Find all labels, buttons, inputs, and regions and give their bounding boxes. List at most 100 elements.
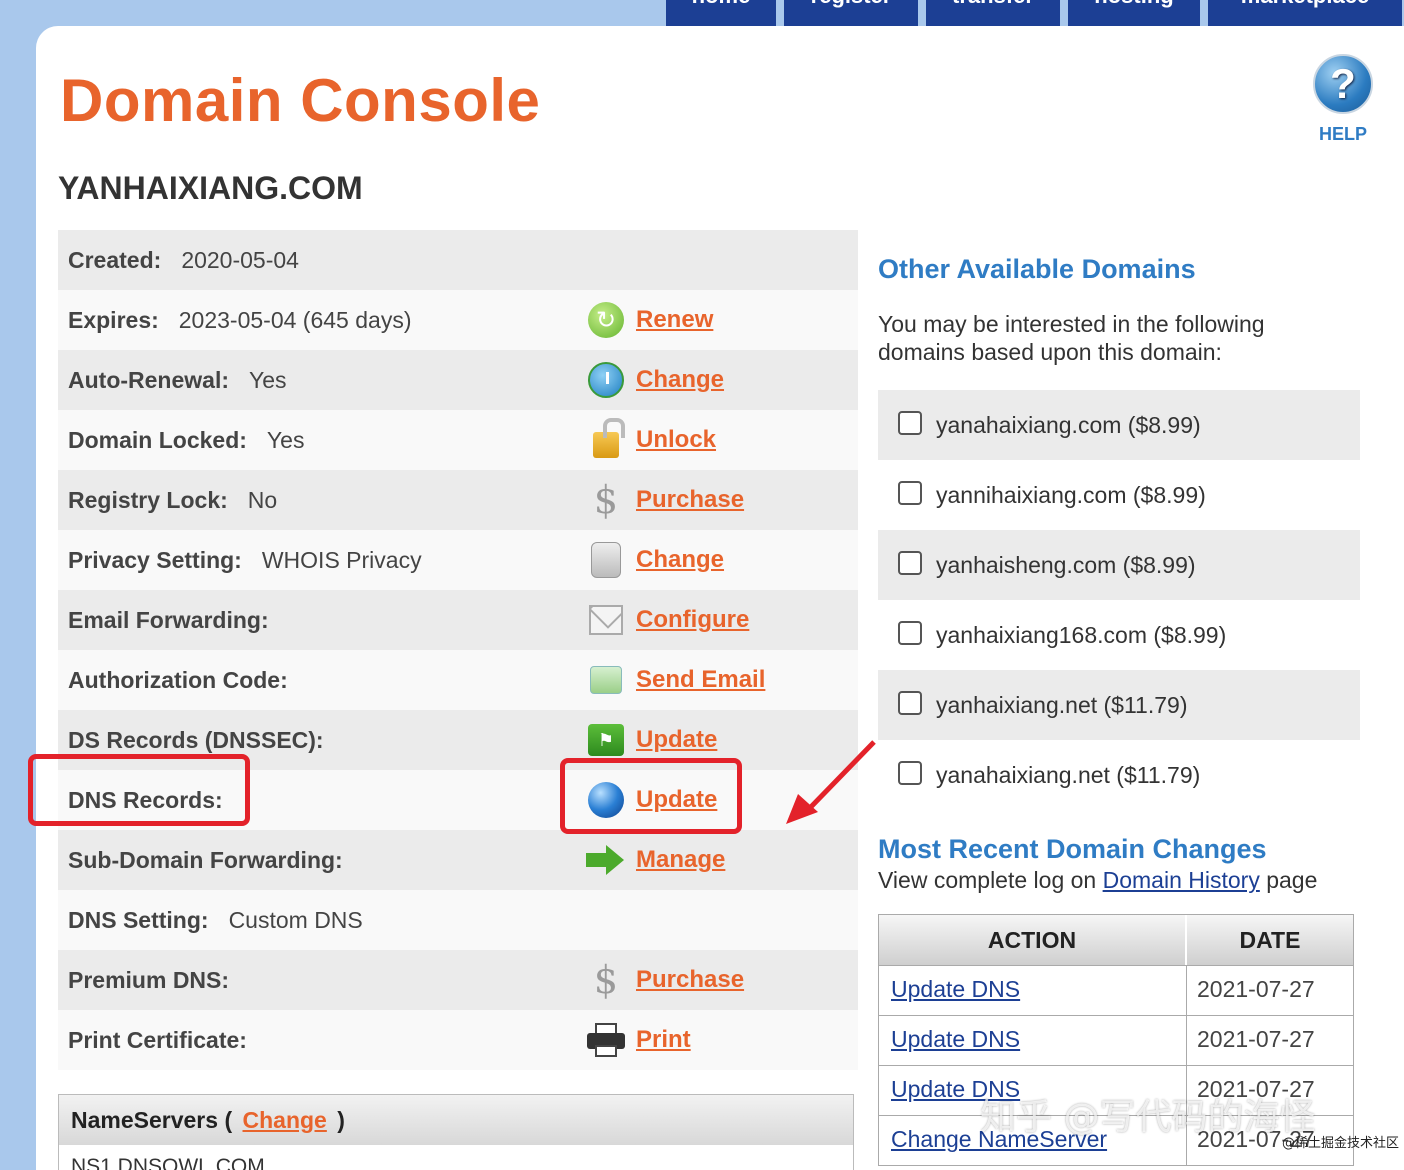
detail-label: DS Records (DNSSEC): [68, 726, 324, 753]
arrow-right-icon[interactable] [586, 840, 626, 880]
list-item: yannihaixiang.com ($8.99) [878, 460, 1360, 530]
detail-value: Custom DNS [228, 906, 363, 933]
domain-suggestion: yanhaisheng.com ($8.99) [936, 551, 1196, 578]
detail-row: Privacy Setting: WHOIS Privacy Change [58, 530, 858, 590]
nav-tab-marketplace[interactable]: marketplace [1208, 0, 1402, 26]
table-row: Update DNS 2021-07-27 [879, 1015, 1353, 1065]
detail-label: Authorization Code: [68, 666, 288, 693]
main-panel: Domain Console ? HELP YANHAIXIANG.COM Cr… [28, 26, 1404, 1170]
nav-tab-hosting[interactable]: hosting [1068, 0, 1200, 26]
dollar-icon[interactable]: $ [586, 958, 626, 1002]
annotation-arrow-icon [786, 740, 876, 824]
column-header-action: ACTION [879, 915, 1187, 965]
domain-suggestion: yanahaixiang.net ($11.79) [936, 761, 1201, 788]
domain-history-link[interactable]: Domain History [1103, 867, 1260, 893]
detail-label: Created: [68, 246, 162, 273]
change-action-cell: Update DNS [879, 966, 1187, 1015]
detail-action-link[interactable]: Unlock [636, 426, 716, 454]
renew-icon[interactable]: ↻ [586, 300, 626, 340]
domain-suggestion: yannihaixiang.com ($8.99) [936, 481, 1206, 508]
domain-checkbox[interactable] [898, 481, 922, 505]
detail-row: Authorization Code: Send Email [58, 650, 858, 710]
domain-suggestion: yanhaixiang.net ($11.79) [936, 691, 1188, 718]
list-item: yanhaixiang168.com ($8.99) [878, 600, 1360, 670]
detail-action-link[interactable]: Update [636, 726, 717, 754]
other-domains-list: yanahaixiang.com ($8.99) yannihaixiang.co… [878, 390, 1360, 810]
domain-checkbox[interactable] [898, 411, 922, 435]
column-header-date: DATE [1239, 926, 1301, 953]
detail-action-link[interactable]: Send Email [636, 666, 765, 694]
key-icon[interactable]: ⚑ [586, 720, 626, 760]
change-date-cell: 2021-07-27 [1197, 1026, 1315, 1052]
detail-label: Auto-Renewal: [68, 366, 229, 393]
detail-action: Send Email [586, 660, 765, 700]
detail-action: Configure [586, 600, 749, 640]
other-domains-title: Other Available Domains [878, 254, 1196, 284]
detail-label: Expires: [68, 306, 159, 333]
detail-label: Premium DNS: [68, 966, 230, 993]
list-item: yanhaisheng.com ($8.99) [878, 530, 1360, 600]
domain-suggestion: yanahaixiang.com ($8.99) [936, 411, 1201, 438]
nav-tab-home[interactable]: home [666, 0, 776, 26]
detail-action: Print [586, 1020, 691, 1060]
help-icon[interactable]: ? [1313, 54, 1373, 114]
detail-value: 2023-05-04 (645 days) [178, 306, 412, 333]
dollar-icon[interactable]: $ [586, 478, 626, 522]
detail-value: Yes [249, 366, 287, 393]
detail-row: Email Forwarding: Configure [58, 590, 858, 650]
detail-row: DNS Setting: Custom DNS [58, 890, 858, 950]
domain-suggestion: yanhaixiang168.com ($8.99) [936, 621, 1227, 648]
detail-label: Domain Locked: [68, 426, 247, 453]
detail-action-link[interactable]: Manage [636, 846, 725, 874]
help-label[interactable]: HELP [1312, 124, 1374, 145]
mail-icon[interactable] [586, 600, 626, 640]
auth-code-icon[interactable] [586, 660, 626, 700]
detail-row: Print Certificate: Print [58, 1010, 858, 1070]
domain-checkbox[interactable] [898, 761, 922, 785]
lock-icon[interactable] [586, 418, 626, 460]
detail-action: Manage [586, 840, 725, 880]
printer-icon[interactable] [586, 1020, 626, 1060]
detail-action: $ Purchase [586, 478, 744, 522]
detail-action-link[interactable]: Renew [636, 306, 713, 334]
detail-row: Domain Locked: Yes Unlock [58, 410, 858, 470]
detail-action-link[interactable]: Purchase [636, 486, 744, 514]
watermark-text: 知乎 @写代码的海怪 [980, 1097, 1316, 1138]
privacy-icon[interactable] [586, 540, 626, 580]
detail-action: ↻ Renew [586, 300, 713, 340]
change-date-cell: 2021-07-27 [1197, 976, 1315, 1002]
clock-icon[interactable] [586, 360, 626, 400]
recent-changes-log-text: View complete log on Domain History page [878, 867, 1318, 893]
domain-checkbox[interactable] [898, 621, 922, 645]
nav-tab-register[interactable]: register [784, 0, 918, 26]
detail-action: ⚑ Update [586, 720, 717, 760]
detail-action-link[interactable]: Configure [636, 606, 749, 634]
change-action-cell: Update DNS [879, 1016, 1187, 1065]
detail-action-link[interactable]: Change [636, 546, 724, 574]
list-item: yanhaixiang.net ($11.79) [878, 670, 1360, 740]
detail-label: Email Forwarding: [68, 606, 269, 633]
detail-action-link[interactable]: Purchase [636, 966, 744, 994]
domain-checkbox[interactable] [898, 691, 922, 715]
detail-label: Privacy Setting: [68, 546, 242, 573]
detail-action-link[interactable]: Print [636, 1026, 691, 1054]
top-nav: home register transfer hosting marketpla… [666, 0, 1402, 26]
detail-row: Registry Lock: No $ Purchase [58, 470, 858, 530]
nameservers-header: NameServers ( Change ) [59, 1095, 853, 1145]
detail-value: 2020-05-04 [181, 246, 299, 273]
detail-value: Yes [266, 426, 305, 453]
domain-checkbox[interactable] [898, 551, 922, 575]
detail-action-link[interactable]: Change [636, 366, 724, 394]
detail-value: WHOIS Privacy [261, 546, 422, 573]
change-action-link[interactable]: Update DNS [891, 976, 1020, 1002]
detail-value: No [247, 486, 278, 513]
list-item: yanahaixiang.net ($11.79) [878, 740, 1360, 810]
detail-label: Print Certificate: [68, 1026, 247, 1053]
detail-label: DNS Setting: [68, 906, 209, 933]
nav-tab-transfer[interactable]: transfer [926, 0, 1060, 26]
detail-action: $ Purchase [586, 958, 744, 1002]
change-action-link[interactable]: Update DNS [891, 1026, 1020, 1052]
detail-row: Created: 2020-05-04 [58, 230, 858, 290]
nameservers-change-link[interactable]: Change [243, 1107, 327, 1134]
help-button[interactable]: ? HELP [1312, 54, 1374, 145]
